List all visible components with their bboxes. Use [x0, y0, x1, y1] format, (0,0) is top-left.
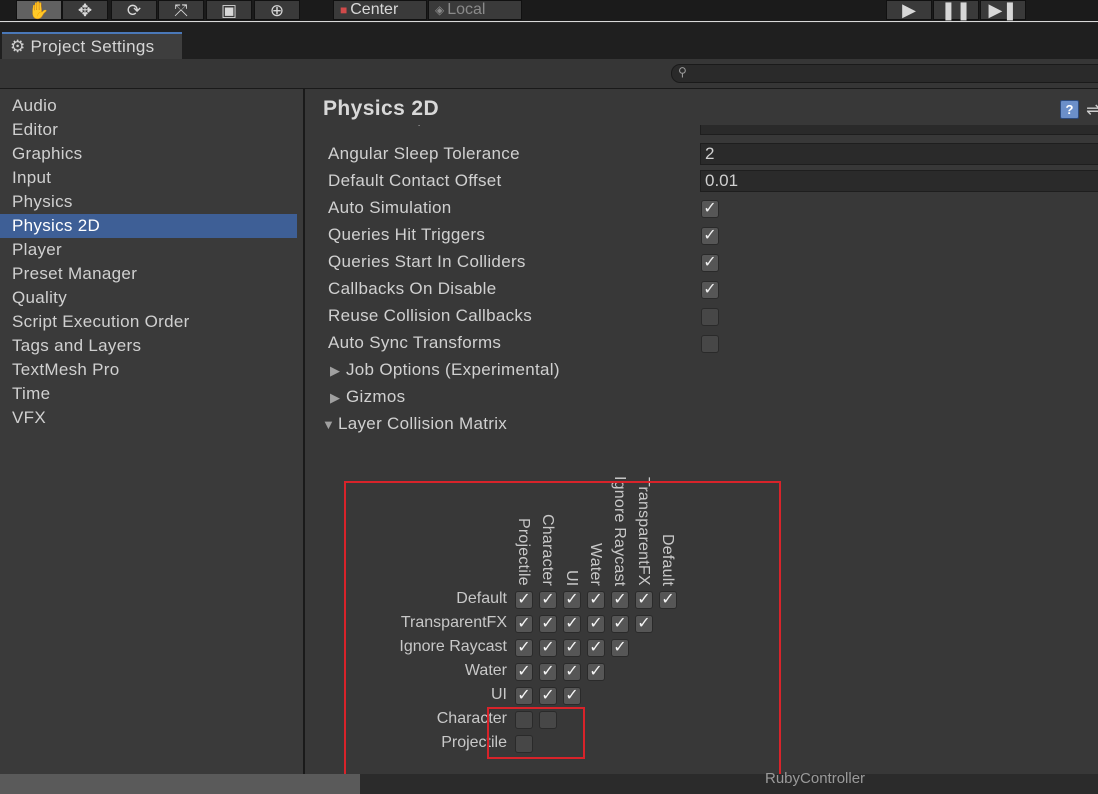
auto-simulation-checkbox[interactable]: ✓ — [701, 200, 719, 218]
rotate-icon: ⟳ — [126, 0, 142, 20]
rect-icon: ▣ — [220, 0, 238, 20]
caret-right-icon: ▶ — [330, 390, 341, 405]
pivot-space-button[interactable]: ◈ Local — [428, 0, 522, 20]
move-icon: ✥ — [77, 0, 93, 20]
scene-view-strip — [0, 774, 360, 794]
sidebar-item-audio[interactable]: Audio — [0, 94, 297, 118]
rotate-tool-button[interactable]: ⟳ — [111, 0, 157, 20]
queries-hit-triggers-checkbox[interactable]: ✓ — [701, 227, 719, 245]
sidebar-item-physics-2d[interactable]: Physics 2D — [0, 214, 297, 238]
prop-label-callbacks-on-disable: Callbacks On Disable — [328, 279, 497, 298]
prop-label-queries-start-in-colliders: Queries Start In Colliders — [328, 252, 526, 271]
callbacks-on-disable-checkbox[interactable]: ✓ — [701, 281, 719, 299]
pivot-mode-button[interactable]: ■ Center — [333, 0, 427, 20]
foldout-label: Gizmos — [346, 387, 406, 406]
move-tool-button[interactable]: ✥ — [62, 0, 108, 20]
sidebar-item-graphics[interactable]: Graphics — [0, 142, 297, 166]
reuse-collision-callbacks-checkbox[interactable]: ✓ — [701, 308, 719, 326]
window-tab-bar: ⚙ Project Settings — [0, 23, 1098, 59]
transform-tool-button[interactable]: ⊕ — [254, 0, 300, 20]
scale-tool-button[interactable]: ⤧ — [158, 0, 204, 20]
pause-icon: ❚❚ — [940, 0, 972, 20]
default-contact-offset-field[interactable]: 0.01 — [700, 170, 1098, 192]
sidebar-item-textmesh-pro[interactable]: TextMesh Pro — [0, 358, 297, 382]
sidebar-item-time[interactable]: Time — [0, 382, 297, 406]
foldout-label: Layer Collision Matrix — [338, 414, 508, 433]
tab-label: Project Settings — [30, 36, 155, 56]
preset-icon[interactable]: ⇌ — [1086, 100, 1098, 120]
help-icon[interactable]: ? — [1060, 100, 1079, 119]
angular-sleep-tolerance-field[interactable]: 2 — [700, 143, 1098, 165]
sidebar-item-tags-and-layers[interactable]: Tags and Layers — [0, 334, 297, 358]
main-toolbar: ✋ ✥ ⟳ ⤧ ▣ ⊕ ■ Center ◈ Local ▶ ❚❚ ▶❚ — [0, 0, 1098, 22]
tab-project-settings[interactable]: ⚙ Project Settings — [2, 32, 182, 59]
search-row: ⚲ — [0, 59, 1098, 89]
gear-icon: ⚙ — [10, 36, 26, 56]
pivot-mode-label: Center — [350, 1, 399, 18]
character-projectile-highlight-box — [487, 707, 585, 759]
sidebar-item-editor[interactable]: Editor — [0, 118, 297, 142]
caret-right-icon: ▶ — [330, 363, 341, 378]
sidebar-item-vfx[interactable]: VFX — [0, 406, 297, 430]
auto-sync-transforms-checkbox[interactable]: ✓ — [701, 335, 719, 353]
sidebar-item-script-execution-order[interactable]: Script Execution Order — [0, 310, 297, 334]
hand-tool-button[interactable]: ✋ — [16, 0, 62, 20]
scale-icon: ⤧ — [174, 0, 188, 20]
page-title: Physics 2D — [323, 97, 440, 120]
prop-label-auto-simulation: Auto Simulation — [328, 198, 452, 217]
cube-icon: ◈ — [435, 3, 445, 17]
settings-main-panel: Linear Sleep Tolerance 0.01 Physics 2D ?… — [305, 89, 1098, 794]
rect-tool-button[interactable]: ▣ — [206, 0, 252, 20]
inspector-header: Physics 2D ? ⇌ — [305, 89, 1098, 125]
transform-icon: ⊕ — [269, 0, 285, 20]
search-icon: ⚲ — [678, 65, 687, 79]
settings-search-input[interactable]: ⚲ — [671, 64, 1098, 83]
foldout-job-options[interactable]: ▶ Job Options (Experimental) — [330, 358, 560, 383]
step-button[interactable]: ▶❚ — [980, 0, 1026, 20]
caret-down-icon: ▼ — [322, 417, 336, 432]
sidebar-item-player[interactable]: Player — [0, 238, 297, 262]
foldout-layer-collision-matrix[interactable]: ▼ Layer Collision Matrix — [322, 412, 507, 437]
prop-label-queries-hit-triggers: Queries Hit Triggers — [328, 225, 486, 244]
hand-icon: ✋ — [28, 0, 50, 20]
foldout-gizmos[interactable]: ▶ Gizmos — [330, 385, 405, 410]
pivot-icon: ■ — [340, 3, 348, 17]
prop-label-default-contact-offset: Default Contact Offset — [328, 171, 502, 190]
pivot-space-label: Local — [447, 1, 486, 18]
play-button[interactable]: ▶ — [886, 0, 932, 20]
settings-sidebar: Audio Editor Graphics Input Physics Phys… — [0, 89, 303, 794]
sidebar-item-quality[interactable]: Quality — [0, 286, 297, 310]
prop-label-auto-sync-transforms: Auto Sync Transforms — [328, 333, 502, 352]
toolbar-divider — [0, 21, 1098, 22]
queries-start-in-colliders-checkbox[interactable]: ✓ — [701, 254, 719, 272]
prop-label-angular-sleep-tolerance: Angular Sleep Tolerance — [328, 144, 520, 163]
pause-button[interactable]: ❚❚ — [933, 0, 979, 20]
sidebar-item-physics[interactable]: Physics — [0, 190, 297, 214]
sidebar-item-input[interactable]: Input — [0, 166, 297, 190]
step-icon: ▶❚ — [988, 0, 1018, 20]
prop-label-reuse-collision-callbacks: Reuse Collision Callbacks — [328, 306, 533, 325]
hierarchy-strip — [360, 774, 1098, 794]
hierarchy-item[interactable]: RubyController — [765, 770, 865, 787]
foldout-label: Job Options (Experimental) — [346, 360, 560, 379]
sidebar-item-preset-manager[interactable]: Preset Manager — [0, 262, 297, 286]
play-icon: ▶ — [902, 0, 916, 20]
